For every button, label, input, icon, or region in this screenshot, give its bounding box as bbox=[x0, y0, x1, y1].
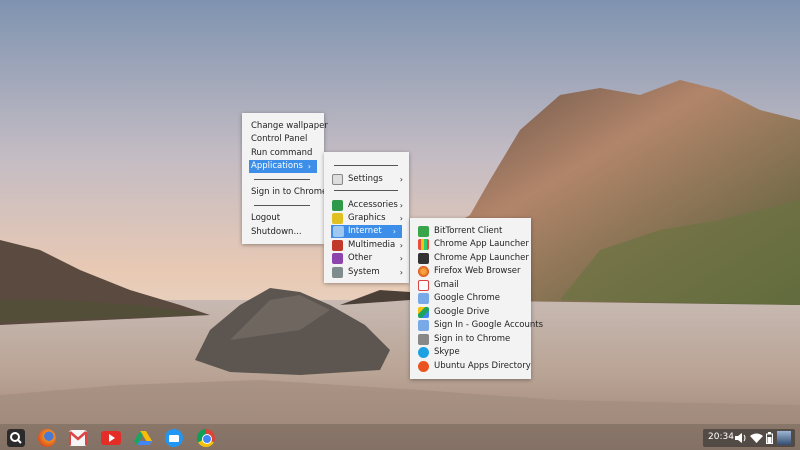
app-label: BitTorrent Client bbox=[434, 226, 503, 236]
internet-submenu: BitTorrent Client Chrome App Launcher Ch… bbox=[410, 218, 543, 379]
menu-item-label: Accessories bbox=[348, 200, 398, 210]
graphics-icon bbox=[332, 213, 343, 224]
launcher-search-icon[interactable] bbox=[7, 429, 25, 447]
other-icon bbox=[332, 253, 343, 264]
app-chrome-app-launcher-search[interactable]: Chrome App Launcher bbox=[410, 252, 531, 265]
search-icon bbox=[418, 253, 429, 264]
menu-item-label: Graphics bbox=[348, 213, 386, 223]
chevron-right-icon: › bbox=[399, 214, 403, 223]
app-skype[interactable]: Skype bbox=[410, 346, 531, 359]
menu-item-label: System bbox=[348, 267, 380, 277]
menu-item-label: Other bbox=[348, 253, 373, 263]
app-label: Sign in to Chrome bbox=[434, 334, 511, 344]
menu-item-label: Internet bbox=[348, 226, 382, 236]
app-google-drive[interactable]: Google Drive bbox=[410, 306, 531, 319]
category-system[interactable]: System › bbox=[324, 266, 409, 279]
system-icon bbox=[332, 267, 343, 278]
category-accessories[interactable]: Accessories › bbox=[324, 199, 409, 212]
youtube-icon[interactable] bbox=[101, 431, 121, 445]
category-internet[interactable]: Internet › bbox=[331, 225, 402, 238]
menu-item-label: Logout bbox=[251, 213, 281, 223]
app-label: Firefox Web Browser bbox=[434, 266, 521, 276]
applications-submenu: Settings › Accessories › Graphics › Inte… bbox=[324, 152, 409, 283]
app-label: Gmail bbox=[434, 280, 459, 290]
chevron-right-icon: › bbox=[399, 268, 403, 277]
menu-item-label: Run command bbox=[251, 148, 313, 158]
menu-item-label: Sign in to Chrome bbox=[251, 187, 328, 197]
system-tray[interactable]: 20:34 bbox=[703, 429, 795, 447]
gmail-icon[interactable] bbox=[69, 430, 87, 446]
menu-separator bbox=[254, 179, 310, 180]
menu-separator bbox=[334, 190, 398, 191]
bittorrent-icon bbox=[418, 226, 429, 237]
chrome-center bbox=[202, 434, 212, 444]
app-firefox-web-browser[interactable]: Firefox Web Browser bbox=[410, 265, 531, 278]
chevron-right-icon: › bbox=[399, 241, 403, 250]
avatar bbox=[777, 431, 791, 445]
battery-icon bbox=[766, 432, 773, 444]
files-icon[interactable] bbox=[165, 429, 183, 447]
accessories-icon bbox=[332, 200, 343, 211]
chrome-icon[interactable] bbox=[197, 429, 215, 447]
app-label: Google Chrome bbox=[434, 293, 501, 303]
chevron-right-icon: › bbox=[307, 162, 311, 171]
menu-item-control-panel[interactable]: Control Panel bbox=[242, 133, 324, 146]
gmail-icon bbox=[418, 280, 429, 291]
category-other[interactable]: Other › bbox=[324, 252, 409, 265]
menu-item-label: Applications bbox=[251, 161, 303, 171]
google-chrome-icon bbox=[418, 293, 429, 304]
menu-item-settings[interactable]: Settings › bbox=[324, 173, 409, 186]
ubuntu-icon bbox=[418, 361, 429, 372]
volume-icon bbox=[735, 433, 746, 443]
apps-grid-icon bbox=[418, 239, 429, 250]
category-multimedia[interactable]: Multimedia › bbox=[324, 239, 409, 252]
menu-item-sign-in-to-chrome[interactable]: Sign in to Chrome bbox=[242, 186, 328, 199]
skype-icon bbox=[418, 347, 429, 358]
desktop-context-menu: Change wallpaper Control Panel Run comma… bbox=[242, 113, 328, 244]
menu-item-label: Control Panel bbox=[251, 134, 308, 144]
app-google-chrome[interactable]: Google Chrome bbox=[410, 292, 531, 305]
app-chrome-app-launcher[interactable]: Chrome App Launcher bbox=[410, 238, 531, 251]
settings-icon bbox=[332, 174, 343, 185]
menu-item-change-wallpaper[interactable]: Change wallpaper bbox=[242, 120, 328, 133]
multimedia-icon bbox=[332, 240, 343, 251]
clock: 20:34 bbox=[708, 432, 734, 442]
app-label: Chrome App Launcher bbox=[434, 253, 529, 263]
menu-item-label: Shutdown... bbox=[251, 227, 302, 237]
menu-separator bbox=[334, 165, 398, 166]
menu-item-label: Change wallpaper bbox=[251, 121, 328, 131]
chevron-right-icon: › bbox=[392, 227, 396, 236]
app-bittorrent-client[interactable]: BitTorrent Client bbox=[410, 225, 531, 238]
menu-item-applications[interactable]: Applications › bbox=[249, 160, 317, 173]
chevron-right-icon: › bbox=[399, 175, 403, 184]
app-sign-in-to-chrome[interactable]: Sign in to Chrome bbox=[410, 333, 531, 346]
internet-icon bbox=[333, 226, 344, 237]
app-label: Google Drive bbox=[434, 307, 490, 317]
app-label: Chrome App Launcher bbox=[434, 239, 529, 249]
menu-separator bbox=[254, 205, 310, 206]
firefox-icon[interactable] bbox=[38, 429, 56, 447]
menu-item-label: Multimedia bbox=[348, 240, 396, 250]
google-accounts-icon bbox=[418, 320, 429, 331]
menu-item-logout[interactable]: Logout bbox=[242, 212, 324, 225]
google-drive-icon bbox=[418, 307, 429, 318]
app-label: Skype bbox=[434, 347, 460, 357]
google-drive-icon[interactable] bbox=[134, 429, 152, 447]
firefox-icon bbox=[418, 266, 429, 277]
app-ubuntu-apps-directory[interactable]: Ubuntu Apps Directory bbox=[410, 360, 531, 373]
wifi-icon bbox=[750, 433, 763, 443]
chevron-right-icon: › bbox=[399, 201, 403, 210]
menu-item-shutdown[interactable]: Shutdown... bbox=[242, 226, 324, 239]
menu-item-label: Settings bbox=[348, 174, 383, 184]
app-label: Ubuntu Apps Directory bbox=[434, 361, 531, 371]
app-gmail[interactable]: Gmail bbox=[410, 279, 531, 292]
chrome-settings-icon bbox=[418, 334, 429, 345]
category-graphics[interactable]: Graphics › bbox=[324, 212, 409, 225]
menu-item-run-command[interactable]: Run command bbox=[242, 147, 324, 160]
app-label: Sign In - Google Accounts bbox=[434, 320, 544, 330]
chevron-right-icon: › bbox=[399, 254, 403, 263]
app-sign-in-google-accounts[interactable]: Sign In - Google Accounts bbox=[410, 319, 543, 332]
